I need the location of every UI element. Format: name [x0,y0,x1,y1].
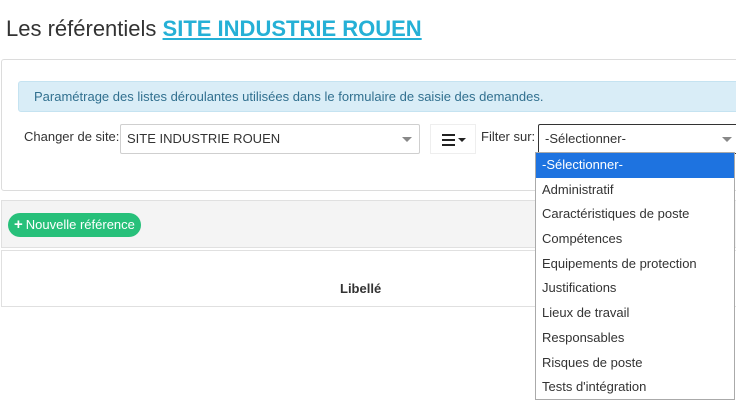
dropdown-option[interactable]: -Sélectionner- [536,153,734,178]
dropdown-option[interactable]: Caractéristiques de poste [536,202,734,227]
filter-select[interactable]: -Sélectionner- [538,124,736,154]
info-alert: Paramétrage des listes déroulantes utili… [18,81,736,112]
filter-row: Changer de site: SITE INDUSTRIE ROUEN Fi… [2,124,736,154]
dropdown-option[interactable]: Equipements de protection [536,252,734,277]
filter-select-label: Filter sur: [481,129,536,144]
filter-dropdown-list: -Sélectionner- Administratif Caractérist… [535,152,735,400]
new-reference-button[interactable]: + Nouvelle référence [8,213,141,237]
site-name-link[interactable]: SITE INDUSTRIE ROUEN [163,16,422,41]
dropdown-option[interactable]: Administratif [536,178,734,203]
dropdown-option[interactable]: Lieux de travail [536,301,734,326]
new-reference-label: Nouvelle référence [25,217,135,232]
page-title-prefix: Les référentiels [6,16,157,41]
site-select-value: SITE INDUSTRIE ROUEN [127,131,281,146]
list-menu-icon [442,134,455,146]
list-menu-button[interactable] [430,124,476,154]
dropdown-option[interactable]: Risques de poste [536,351,734,376]
caret-down-icon [458,138,466,142]
plus-icon: + [14,216,23,233]
filter-select-value: -Sélectionner- [545,131,626,146]
column-header-libelle[interactable]: Libellé [340,281,381,296]
site-select-label: Changer de site: [24,129,120,144]
chevron-down-icon [722,137,732,142]
site-select[interactable]: SITE INDUSTRIE ROUEN [120,124,420,154]
dropdown-option[interactable]: Justifications [536,276,734,301]
page-title: Les référentiels SITE INDUSTRIE ROUEN [6,16,422,42]
dropdown-option[interactable]: Tests d'intégration [536,375,734,400]
chevron-down-icon [402,137,412,142]
dropdown-option[interactable]: Responsables [536,326,734,351]
dropdown-option[interactable]: Compétences [536,227,734,252]
